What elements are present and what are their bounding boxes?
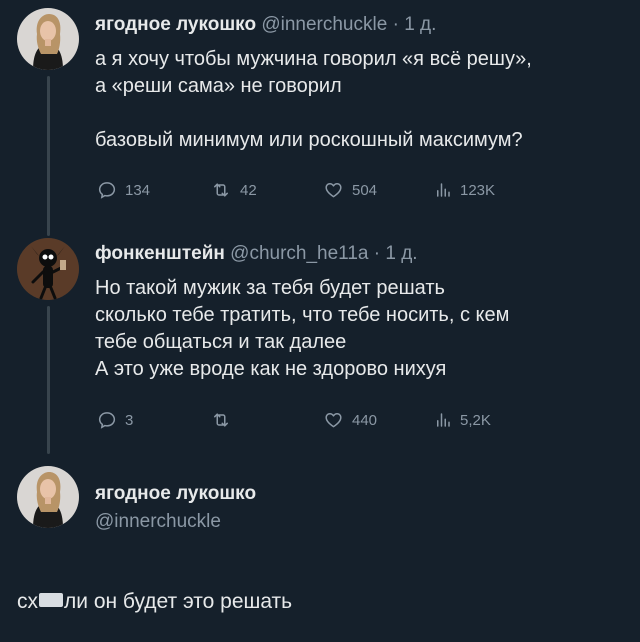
retweet-icon [214, 183, 228, 197]
display-name[interactable]: ягодное лукошко [95, 14, 256, 35]
retweet-icon [214, 413, 228, 427]
retweet-count: 42 [240, 181, 257, 199]
like-count: 440 [352, 411, 378, 429]
reply-button[interactable]: 134 [97, 180, 150, 200]
avatar[interactable] [17, 466, 79, 528]
tweet-text: Но такой мужик за тебя будет решать скол… [95, 275, 630, 383]
reply-count: 134 [125, 181, 151, 199]
tweet-line: А это уже вроде как не здорово нихуя [95, 358, 447, 380]
woman-portrait-icon [17, 466, 79, 528]
thread-line [47, 76, 50, 236]
cartoon-character-icon [17, 238, 79, 300]
like-button[interactable]: 504 [323, 180, 377, 200]
like-button[interactable]: 440 [323, 410, 377, 430]
tweet-line: Но такой мужик за тебя будет решать [95, 277, 445, 299]
tweet-line: тебе общаться и так далее [95, 331, 347, 353]
thread-line [47, 306, 50, 454]
views-icon [437, 413, 450, 427]
reply-icon [98, 412, 116, 429]
separator-dot: · [392, 14, 399, 35]
user-handle[interactable]: @church_he11a [230, 243, 368, 264]
user-handle[interactable]: @innerchuckle [95, 510, 221, 534]
reply-button[interactable]: 3 [97, 410, 133, 430]
tweet-line: а я хочу чтобы мужчина говорил «я всё ре… [95, 48, 532, 70]
tweet-text-start: сх [17, 590, 38, 613]
views-button[interactable]: 5,2K [434, 410, 491, 430]
user-handle[interactable]: @innerchuckle [261, 14, 387, 35]
avatar[interactable] [17, 8, 79, 70]
display-name[interactable]: ягодное лукошко [95, 482, 256, 506]
tweet-text: а я хочу чтобы мужчина говорил «я всё ре… [95, 46, 630, 154]
avatar[interactable] [17, 238, 79, 300]
display-name[interactable]: фонкенштейн [95, 243, 225, 264]
separator-dot: · [373, 243, 381, 264]
tweet-text: сх ли он будет это решать [17, 588, 292, 616]
views-icon [437, 183, 450, 197]
woman-portrait-icon [17, 8, 79, 70]
heart-icon [325, 183, 342, 198]
reply-icon [98, 182, 116, 199]
tweet-header: ягодное лукошко @innerchuckle · 1 д. [95, 13, 436, 37]
like-count: 504 [352, 181, 378, 199]
timestamp[interactable]: 1 д. [385, 243, 417, 264]
heart-icon [325, 413, 342, 428]
tweet-line: базовый минимум или роскошный максимум? [95, 129, 523, 151]
retweet-button[interactable]: 42 [210, 180, 257, 200]
tweet-line: сколько тебе тратить, что тебе носить, с… [95, 304, 510, 326]
views-button[interactable]: 123K [434, 180, 495, 200]
timestamp[interactable]: 1 д. [404, 14, 436, 35]
censor-bar [39, 593, 63, 608]
reply-count: 3 [125, 411, 134, 429]
retweet-button[interactable] [210, 410, 240, 430]
views-count: 5,2K [460, 411, 491, 429]
tweet-text-end: ли он будет это решать [64, 590, 293, 613]
views-count: 123K [460, 181, 496, 199]
tweet-line: а «реши сама» не говорил [95, 75, 342, 97]
tweet-header: фонкенштейн @church_he11a · 1 д. [95, 242, 418, 266]
